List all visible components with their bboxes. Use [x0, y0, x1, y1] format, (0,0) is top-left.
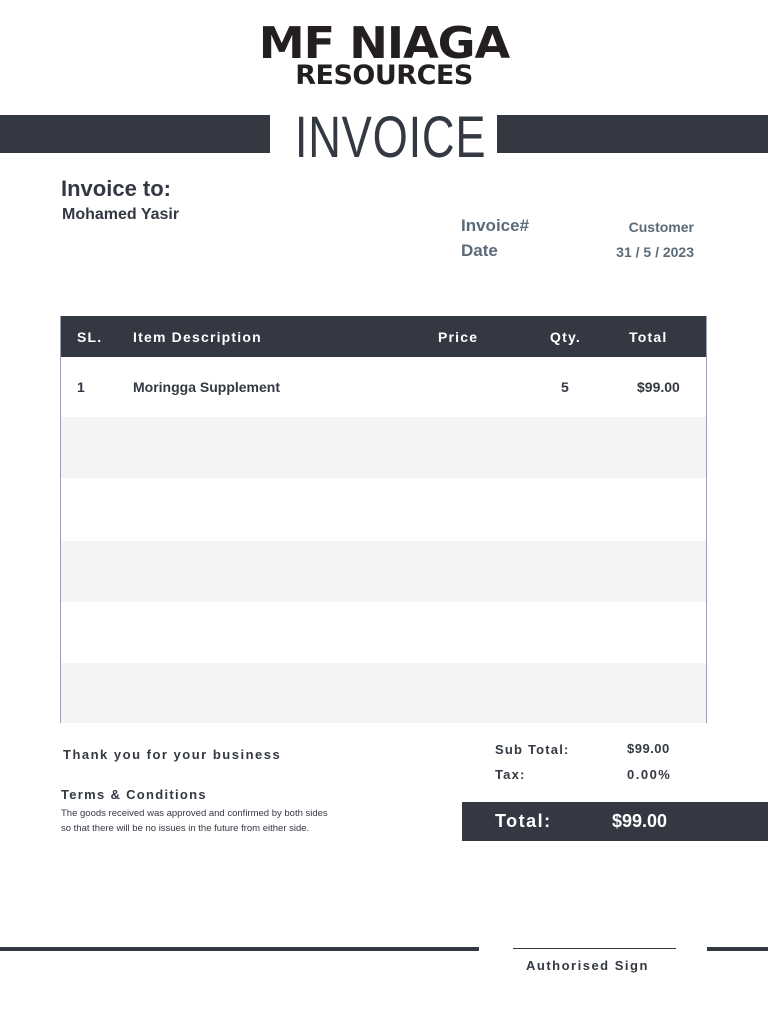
- date-value: 31 / 5 / 2023: [616, 244, 694, 260]
- header-total: Total: [629, 328, 668, 345]
- title-bar-left: [0, 115, 270, 153]
- table-row-empty: [61, 602, 706, 663]
- table-row-empty: [61, 663, 706, 723]
- header-description: Item Description: [133, 328, 262, 345]
- signature-line: [513, 948, 676, 949]
- cell-description: Moringga Supplement: [133, 379, 280, 395]
- footer-rule-left: [0, 947, 479, 951]
- items-table: SL. Item Description Price Qty. Total 1 …: [60, 316, 707, 723]
- table-row-empty: [61, 417, 706, 478]
- footer-rule-right: [707, 947, 768, 951]
- terms-text-line1: The goods received was approved and conf…: [61, 808, 328, 819]
- document-title: INVOICE: [294, 105, 487, 170]
- terms-heading: Terms & Conditions: [61, 787, 207, 802]
- total-box: Total: $99.00: [462, 802, 768, 841]
- invoice-number-label: Invoice#: [461, 216, 530, 235]
- terms-text-line2: so that there will be no issues in the f…: [61, 823, 310, 834]
- thank-you-note: Thank you for your business: [63, 747, 282, 762]
- cell-total: $99.00: [637, 379, 680, 395]
- invoice-to-heading: Invoice to:: [61, 176, 172, 201]
- table-row: 1 Moringga Supplement 5 $99.00: [61, 357, 706, 417]
- subtotal-value: $99.00: [627, 741, 670, 756]
- company-logo-subtitle: RESOURCES: [295, 60, 473, 91]
- table-header: SL. Item Description Price Qty. Total: [61, 316, 706, 357]
- subtotal-label: Sub Total:: [495, 742, 570, 757]
- cell-qty: 5: [561, 379, 569, 395]
- authorised-sign-label: Authorised Sign: [526, 958, 649, 973]
- table-row-empty: [61, 478, 706, 541]
- date-label: Date: [461, 241, 498, 260]
- header-sl: SL.: [77, 328, 103, 345]
- tax-label: Tax:: [495, 767, 526, 782]
- total-value: $99.00: [612, 811, 668, 831]
- invoice-number-value: Customer: [628, 219, 694, 235]
- header-qty: Qty.: [550, 328, 581, 345]
- tax-value: 0.00%: [627, 767, 672, 782]
- cell-sl: 1: [77, 379, 85, 395]
- table-row-empty: [61, 541, 706, 602]
- total-label: Total:: [495, 811, 552, 831]
- title-bar-right: [497, 115, 768, 153]
- customer-name: Mohamed Yasir: [62, 206, 180, 223]
- header-price: Price: [438, 328, 479, 345]
